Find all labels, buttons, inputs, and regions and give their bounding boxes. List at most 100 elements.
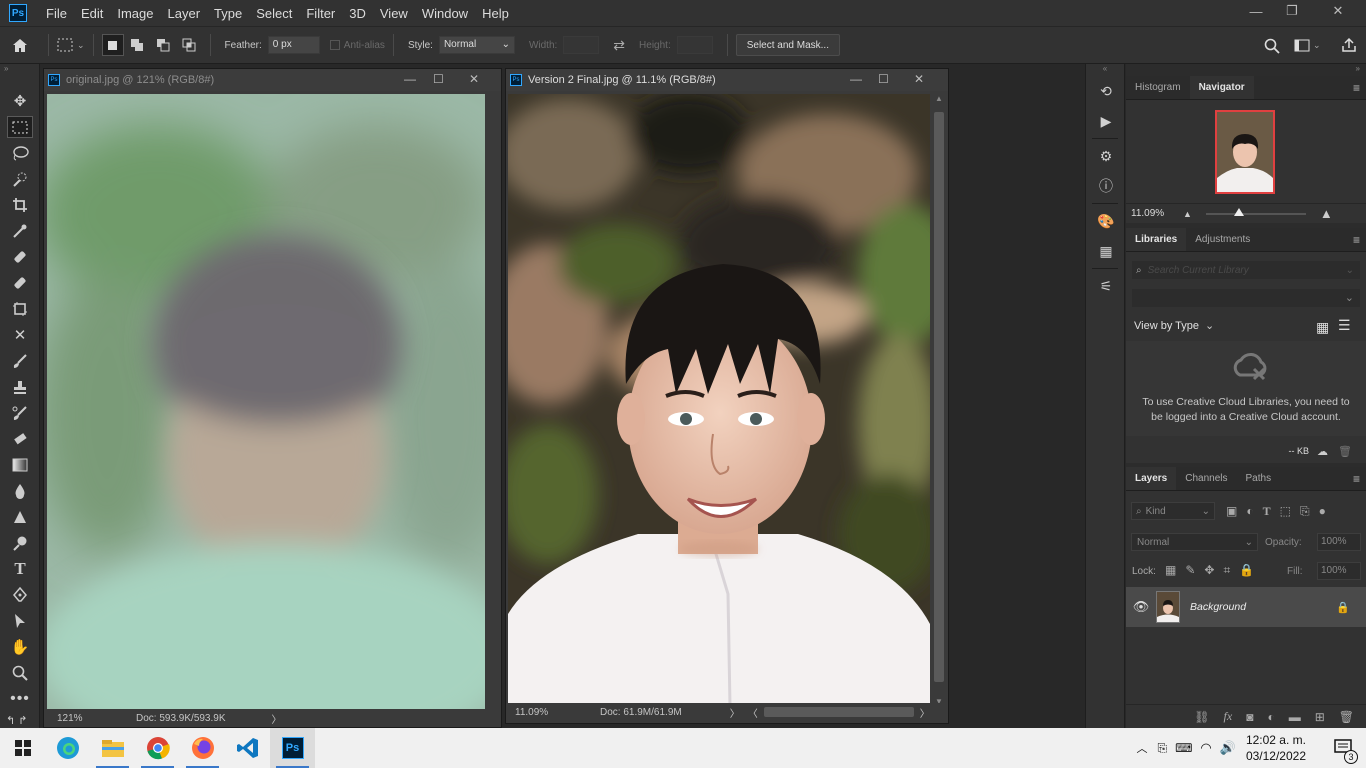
scroll-up-icon[interactable]: ▲ (932, 94, 946, 103)
layer-row[interactable]: 👁 Background 🔒 (1126, 587, 1366, 627)
zoom-slider-handle[interactable] (1233, 207, 1244, 216)
lock-all-icon[interactable]: 🔒 (1239, 563, 1254, 578)
more-tools-icon[interactable]: ••• (0, 686, 40, 712)
history-icon[interactable]: ⟲ (1086, 76, 1126, 106)
menu-image[interactable]: Image (110, 6, 160, 21)
collapse-arrows-icon[interactable]: » (0, 64, 39, 74)
dodge-tool-icon[interactable] (0, 530, 40, 556)
brush-settings-icon[interactable]: ⚟ (1086, 271, 1126, 301)
fill-input[interactable]: 100% (1317, 562, 1361, 580)
notifications-icon[interactable]: 3 (1334, 738, 1358, 764)
tab-paths[interactable]: Paths (1237, 467, 1281, 490)
collapse-arrows-icon[interactable]: » (1356, 64, 1360, 73)
move-tool-icon[interactable]: ✥ (0, 88, 40, 114)
maximize-icon[interactable]: ☐ (878, 72, 889, 86)
new-adjustment-icon[interactable]: ◐ (1267, 710, 1274, 724)
status-arrow-icon[interactable]: 〉 (730, 705, 740, 720)
actions-play-icon[interactable]: ▶ (1086, 106, 1126, 136)
menu-filter[interactable]: Filter (299, 6, 342, 21)
layer-name[interactable]: Background (1190, 601, 1246, 613)
menu-layer[interactable]: Layer (161, 6, 208, 21)
status-arrow-icon[interactable]: 〉 (272, 711, 282, 726)
antialias-checkbox[interactable] (329, 40, 340, 50)
tab-channels[interactable]: Channels (1176, 467, 1236, 490)
clone-stamp-tool-icon[interactable] (0, 374, 40, 400)
workspace-icon[interactable]: ⌄ (1294, 39, 1321, 52)
scroll-thumb[interactable] (934, 112, 944, 682)
canvas-original-photo[interactable] (47, 94, 485, 709)
lock-pixels-icon[interactable]: ✎ (1185, 563, 1195, 578)
pen-tool-icon[interactable] (0, 582, 40, 608)
clock[interactable]: 12:02 a. m. 03/12/2022 (1246, 732, 1306, 764)
restore-button[interactable]: ❐ (1274, 0, 1310, 22)
swap-dimensions-icon[interactable]: ⇄ (613, 37, 625, 54)
delete-layer-icon[interactable]: 🗑 (1339, 710, 1354, 724)
meet-now-icon[interactable]: ⎘ (1157, 741, 1167, 756)
edge-browser-icon[interactable] (45, 728, 90, 768)
grid-view-icon[interactable]: ▦ (1316, 319, 1329, 336)
lock-position-icon[interactable]: ✥ (1204, 563, 1214, 578)
cloud-sync-icon[interactable]: ☁ (1317, 445, 1328, 458)
home-icon[interactable] (0, 38, 40, 53)
menu-window[interactable]: Window (415, 6, 475, 21)
type-tool-icon[interactable]: T (0, 556, 40, 582)
maximize-icon[interactable]: ☐ (433, 72, 444, 86)
minimize-button[interactable]: — (1238, 0, 1274, 22)
content-aware-move-tool-icon[interactable]: ✕ (0, 322, 40, 348)
zoom-out-icon[interactable]: ▲ (1183, 209, 1192, 219)
crop-tool-icon[interactable] (0, 192, 40, 218)
view-by-type[interactable]: View by Type (1134, 320, 1199, 332)
gradient-tool-icon[interactable] (0, 452, 40, 478)
share-icon[interactable] (1341, 37, 1357, 56)
visibility-eye-icon[interactable]: 👁 (1126, 599, 1156, 615)
blur-tool-icon[interactable] (0, 478, 40, 504)
marquee-tool-icon[interactable] (0, 114, 40, 140)
new-selection-icon[interactable] (101, 34, 124, 56)
navigator-zoom[interactable]: 11.09% (1131, 208, 1183, 219)
menu-select[interactable]: Select (249, 6, 299, 21)
layer-style-fx-icon[interactable]: fx (1224, 709, 1233, 724)
vertical-scrollbar[interactable]: ▲ ▼ (932, 94, 946, 706)
filter-smart-object-icon[interactable]: ⎘ (1300, 504, 1310, 519)
feather-input[interactable]: 0 px (267, 36, 320, 54)
tab-libraries[interactable]: Libraries (1126, 228, 1187, 251)
scroll-left-icon[interactable]: 〈 (748, 705, 758, 720)
collapse-arrows-icon[interactable]: « (1086, 64, 1124, 76)
swap-colors-icon[interactable]: ↰ ↱ (0, 712, 40, 728)
blend-mode-select[interactable]: Normal ⌄ (1131, 533, 1258, 551)
brush-tool-icon[interactable] (0, 348, 40, 374)
add-mask-icon[interactable]: ◙ (1246, 710, 1253, 724)
canvas-final-portrait[interactable] (508, 94, 930, 706)
list-view-icon[interactable]: ☰ (1338, 317, 1351, 334)
chrome-browser-icon[interactable] (135, 728, 180, 768)
horizontal-scrollbar[interactable] (763, 707, 914, 717)
navigator-thumbnail[interactable] (1215, 110, 1275, 194)
new-layer-icon[interactable]: ⊞ (1315, 710, 1325, 724)
select-and-mask-button[interactable]: Select and Mask... (735, 34, 840, 56)
lock-transparent-icon[interactable]: ▦ (1165, 563, 1176, 578)
filter-adjustment-icon[interactable]: ◐ (1246, 504, 1253, 519)
close-button[interactable]: ✕ (1310, 0, 1366, 22)
lock-artboard-icon[interactable]: ⌗ (1223, 563, 1230, 578)
subtract-selection-icon[interactable] (150, 38, 176, 52)
photoshop-taskbar-icon[interactable]: Ps (270, 728, 315, 768)
info-icon[interactable]: ⓘ (1086, 171, 1126, 201)
menu-help[interactable]: Help (475, 6, 516, 21)
add-selection-icon[interactable] (124, 38, 150, 52)
tab-adjustments[interactable]: Adjustments (1186, 228, 1259, 251)
zoom-tool-icon[interactable] (0, 660, 40, 686)
chevron-up-icon[interactable]: ︿ (1136, 740, 1147, 756)
panel-menu-icon[interactable]: ≡ (1353, 228, 1360, 251)
tab-histogram[interactable]: Histogram (1126, 76, 1190, 99)
document-title-bar[interactable]: Ps original.jpg @ 121% (RGB/8#) — ☐ ✕ (44, 69, 501, 91)
eyedropper-tool-icon[interactable] (0, 218, 40, 244)
windows-start-icon[interactable] (0, 728, 45, 768)
library-search-input[interactable]: ⌕ Search Current Library ⌄ (1132, 261, 1360, 279)
intersect-selection-icon[interactable] (176, 38, 202, 52)
tab-navigator[interactable]: Navigator (1189, 76, 1254, 99)
filter-toggle-icon[interactable]: ● (1319, 504, 1326, 519)
menu-3d[interactable]: 3D (342, 6, 373, 21)
history-brush-tool-icon[interactable] (0, 400, 40, 426)
frame-tool-icon[interactable] (0, 296, 40, 322)
tab-layers[interactable]: Layers (1126, 467, 1177, 490)
